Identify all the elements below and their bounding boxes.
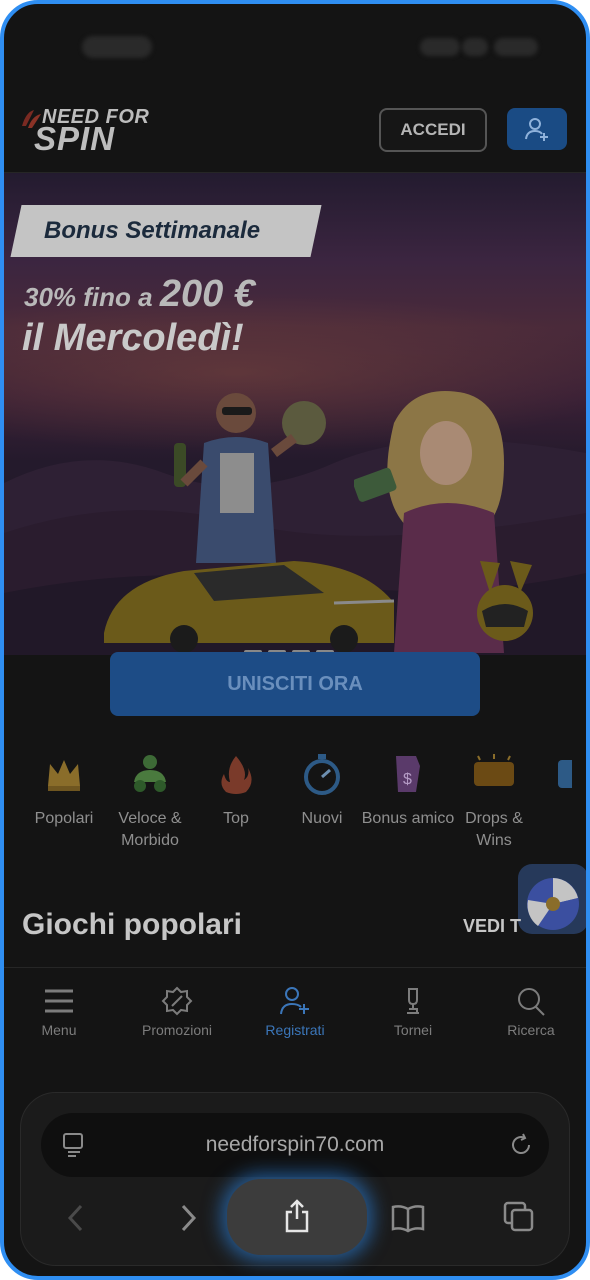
fire-icon	[221, 756, 252, 794]
category-label: Nuovi	[301, 810, 343, 827]
category-bar: Popolari Veloce & Morbido Top Nuovi $ Bo…	[4, 752, 586, 882]
nav-label: Registrati	[265, 1022, 325, 1038]
bonus-tag: Bonus Settimanale	[44, 217, 261, 244]
bonus-amount: 200 €	[159, 273, 255, 315]
category-label: Drops & Wins	[465, 810, 523, 849]
category-nuovi[interactable]: Nuovi	[274, 752, 370, 830]
bonus-offer-prefix: 30% fino a	[24, 282, 160, 312]
login-button[interactable]: ACCEDI	[379, 108, 487, 152]
drops-icon	[474, 754, 514, 786]
category-bonus-amico[interactable]: $ Bonus amico	[360, 752, 456, 830]
reload-icon[interactable]	[509, 1133, 533, 1157]
browser-toolbar: needforspin70.com	[20, 1092, 570, 1266]
see-all-link[interactable]: VEDI T	[463, 916, 521, 937]
signal-icon	[420, 38, 460, 56]
wifi-icon	[462, 38, 488, 56]
bookmarks-icon[interactable]	[391, 1203, 425, 1233]
category-label: Bonus amico	[361, 810, 455, 827]
battery-icon	[494, 38, 538, 56]
category-label: Top	[223, 810, 249, 827]
nav-menu[interactable]: Menu	[4, 986, 114, 1038]
bottom-navigation: Menu Promozioni Registrati Tornei Ricerc…	[4, 967, 586, 1064]
promo-banner[interactable]: Bonus Settimanale 30% fino a 200 € il Me…	[4, 173, 586, 655]
car-icon	[134, 755, 166, 792]
category-veloce-morbido[interactable]: Veloce & Morbido	[102, 752, 198, 852]
user-plus-icon	[525, 118, 548, 141]
site-header: NEED FOR SPIN ACCEDI	[4, 92, 586, 173]
svg-text:$: $	[403, 771, 412, 788]
partial-category-icon	[558, 760, 572, 788]
menu-icon	[45, 989, 73, 1013]
user-plus-icon	[280, 987, 309, 1015]
logo[interactable]: NEED FOR SPIN	[16, 104, 176, 160]
crown-icon	[48, 760, 80, 791]
helmet-illustration	[477, 561, 533, 641]
share-icon	[285, 1199, 309, 1233]
tabs-icon[interactable]	[503, 1201, 535, 1233]
bonus-offer: 30% fino a 200 €	[24, 273, 255, 316]
nav-ricerca[interactable]: Ricerca	[476, 986, 586, 1038]
nav-label: Menu	[41, 1022, 77, 1038]
back-icon[interactable]	[65, 1203, 87, 1233]
nav-label: Promozioni	[141, 1022, 213, 1038]
nav-label: Tornei	[393, 1022, 433, 1038]
category-top[interactable]: Top	[188, 752, 284, 830]
status-bar	[4, 4, 586, 92]
category-label: Popolari	[34, 810, 94, 827]
prize-wheel-icon	[527, 878, 579, 930]
category-drops-wins[interactable]: Drops & Wins	[446, 752, 542, 852]
forward-icon[interactable]	[177, 1203, 199, 1233]
nav-promozioni[interactable]: Promozioni	[122, 986, 232, 1038]
url-text: needforspin70.com	[205, 1133, 385, 1156]
join-now-button[interactable]: UNISCITI ORA	[110, 652, 480, 716]
carousel-indicators	[244, 641, 354, 654]
category-partial[interactable]	[532, 752, 572, 808]
trophy-icon	[407, 988, 419, 1014]
bonus-icon: $	[396, 756, 420, 792]
nav-label: Ricerca	[507, 1022, 555, 1038]
nav-tornei[interactable]: Tornei	[358, 986, 468, 1038]
stopwatch-icon	[304, 754, 340, 795]
register-button[interactable]	[507, 108, 567, 150]
promo-icon	[161, 986, 193, 1016]
logo-text-bottom: SPIN	[34, 120, 116, 157]
status-time	[82, 36, 152, 58]
phone-frame: NEED FOR SPIN ACCEDI Bonus Settimanale 3…	[0, 0, 590, 1280]
category-label: Veloce & Morbido	[118, 810, 182, 849]
section-title: Giochi popolari	[22, 908, 243, 941]
address-bar[interactable]: needforspin70.com	[41, 1113, 549, 1177]
nav-registrati[interactable]: Registrati	[240, 986, 350, 1038]
share-button[interactable]	[227, 1179, 367, 1255]
wheel-fab-button[interactable]	[518, 864, 586, 934]
search-icon	[518, 988, 545, 1016]
bonus-day: il Mercoledì!	[22, 317, 244, 359]
category-popolari[interactable]: Popolari	[16, 752, 112, 830]
